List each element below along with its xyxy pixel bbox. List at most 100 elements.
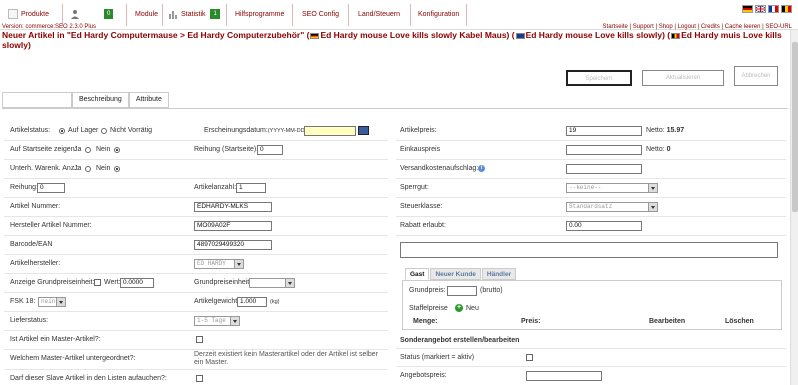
nav-konfiguration[interactable]: Konfiguration: [418, 8, 459, 22]
tab-attribute[interactable]: Attribute: [128, 92, 169, 108]
english-flag-icon[interactable]: [755, 5, 766, 13]
startseite-nein-label: Nein: [96, 146, 111, 153]
unterh-ja-radio[interactable]: [85, 166, 91, 172]
artikelnummer-label: Artikel Nummer:: [10, 203, 61, 210]
artikelhersteller-select[interactable]: ED HARDY: [194, 259, 244, 269]
info-icon[interactable]: i: [478, 165, 485, 172]
barcode-label: Barcode/EAN: [10, 241, 53, 248]
add-icon[interactable]: +: [455, 304, 463, 312]
rabatt-label: Rabatt erlaubt:: [400, 222, 446, 229]
calendar-icon[interactable]: [358, 126, 369, 135]
right-form-panel: Artikelpreis: 19 Netto: 15.97 Einkauspre…: [396, 118, 786, 385]
statistics-icon: [168, 9, 178, 20]
artikelpreis-input[interactable]: 19: [566, 126, 642, 136]
startseite-label: Auf Startseite zeigen:: [10, 146, 77, 153]
reihung-input[interactable]: 0: [37, 183, 65, 193]
lieferstatus-select[interactable]: 1-5 Tage: [194, 316, 240, 326]
col-preis: Preis:: [521, 318, 541, 325]
fsk-label: FSK 18:: [10, 298, 36, 305]
staffelpreise-label: Staffelpreise: [409, 305, 448, 312]
angebotspreis-label: Angebotspreis:: [400, 372, 447, 379]
einkaufspreis-input[interactable]: [566, 145, 642, 155]
unterh-nein-label: Nein: [96, 165, 111, 172]
tab-haendler[interactable]: Händler: [481, 268, 517, 280]
save-button[interactable]: Speichern: [566, 70, 632, 86]
startseite-nein-radio[interactable]: [114, 147, 120, 153]
versand-label: Versandkostenaufschlag:: [400, 165, 479, 172]
tab-beschreibung[interactable]: Beschreibung: [72, 92, 129, 108]
erscheinungsdatum-input[interactable]: [304, 126, 356, 136]
slave-label: Darf dieser Slave Artikel in den Listen …: [10, 375, 167, 382]
nav-seo-config[interactable]: SEO Config: [302, 8, 339, 22]
nav-statistik[interactable]: Statistik 1: [168, 8, 220, 22]
artikelanzahl-input[interactable]: 1: [236, 183, 266, 193]
reihung-label: Reihung:: [10, 184, 39, 191]
page-title: Neuer Artikel in "Ed Hardy Computermause…: [2, 30, 782, 50]
angebotspreis-input[interactable]: [526, 371, 602, 381]
statistik-badge: 1: [210, 9, 220, 20]
wide-text-input[interactable]: [400, 242, 778, 258]
nav-customers[interactable]: [70, 8, 83, 22]
update-button[interactable]: Aktualisieren: [642, 70, 724, 86]
reihung-startseite-label: Reihung (Startseite):: [194, 146, 259, 153]
wert-input[interactable]: 0.0000: [120, 278, 154, 288]
nav-module[interactable]: Module: [135, 8, 158, 22]
artikelstatus-label: Artikelstatus:: [10, 127, 51, 134]
cancel-button[interactable]: Abbrechen: [734, 66, 778, 86]
status-checkbox[interactable]: [526, 354, 533, 361]
tab-neuer-kunde[interactable]: Neuer Kunde: [430, 268, 481, 280]
col-loeschen: Löschen: [725, 318, 754, 325]
grundpreis-label: Anzeige Grundpreiseinheit:: [10, 279, 95, 286]
nicht-vorratig-radio[interactable]: [101, 128, 107, 134]
nicht-vorratig-label: Nicht Vorrätig: [110, 127, 153, 134]
artikelanzahl-label: Artikelanzahl:: [194, 184, 237, 191]
artikelhersteller-label: Artikelhersteller:: [10, 260, 61, 267]
page-scrollbar[interactable]: [790, 30, 798, 385]
left-form-panel: Artikelstatus: Auf Lager Nicht Vorrätig …: [4, 118, 388, 385]
german-flag-icon[interactable]: [742, 5, 753, 13]
hersteller-nummer-input[interactable]: MO09A02F: [194, 221, 272, 231]
artikelpreis-label: Artikelpreis:: [400, 127, 437, 134]
nav-produkte[interactable]: Produkte: [8, 8, 49, 22]
kg-unit: (kg): [270, 299, 280, 305]
sperrgut-select[interactable]: --keine--: [566, 183, 658, 193]
scroll-thumb[interactable]: [792, 42, 798, 212]
grundpreis-checkbox[interactable]: [94, 279, 101, 286]
belgian-flag-icon[interactable]: [781, 5, 792, 13]
slave-checkbox[interactable]: [196, 375, 203, 382]
nav-land-steuern[interactable]: Land/Steuern: [358, 8, 400, 22]
artikelgewicht-input[interactable]: 1.000: [237, 297, 267, 307]
french-flag-icon[interactable]: [768, 5, 779, 13]
artikelpreis-netto: Netto: 15.97: [646, 127, 685, 134]
master-unter-text: Derzeit existiert kein Masterartikel ode…: [194, 351, 379, 366]
brutto-label: (brutto): [480, 287, 503, 294]
barcode-input[interactable]: 4897029499320: [194, 240, 272, 250]
tab-general[interactable]: [2, 92, 72, 108]
master-checkbox[interactable]: [196, 336, 203, 343]
reihung-startseite-input[interactable]: 0: [257, 145, 283, 155]
nav-hilfsprogramme[interactable]: Hilfsprogramme: [235, 8, 284, 22]
tab-gast[interactable]: Gast: [405, 268, 430, 280]
grundpreis-gast-input[interactable]: [447, 286, 477, 296]
sperrgut-label: Sperrgut:: [400, 184, 429, 191]
unterh-ja-label: Ja: [74, 165, 82, 172]
steuerklasse-select[interactable]: Standardsatz: [566, 202, 658, 212]
status-label: Status (markiert = aktiv): [400, 354, 475, 361]
fsk-select[interactable]: nein: [38, 297, 66, 307]
grundpreiseinheit-select[interactable]: [249, 278, 295, 288]
col-menge: Menge:: [413, 318, 438, 325]
sonderangebot-heading: Sonderangebot erstellen/bearbeiten: [400, 337, 520, 344]
german-flag-icon: [310, 32, 320, 39]
auf-lager-radio[interactable]: [59, 128, 65, 134]
neu-link[interactable]: Neu: [466, 305, 479, 312]
grundpreis-gast-label: Grundpreis:: [409, 287, 446, 294]
rabatt-input[interactable]: 0.00: [566, 221, 642, 231]
master-unter-label: Welchem Master-Artikel untergeordnet?:: [10, 355, 136, 362]
versand-input[interactable]: [566, 164, 642, 174]
price-tab-content: Grundpreis: (brutto) Staffelpreise + Neu…: [402, 280, 782, 330]
startseite-ja-radio[interactable]: [85, 147, 91, 153]
tab-bar: Beschreibung Attribute: [2, 92, 169, 108]
steuerklasse-label: Steuerklasse:: [400, 203, 443, 210]
artikelnummer-input[interactable]: EDHARDY-MLKS: [194, 202, 272, 212]
unterh-nein-radio[interactable]: [114, 166, 120, 172]
